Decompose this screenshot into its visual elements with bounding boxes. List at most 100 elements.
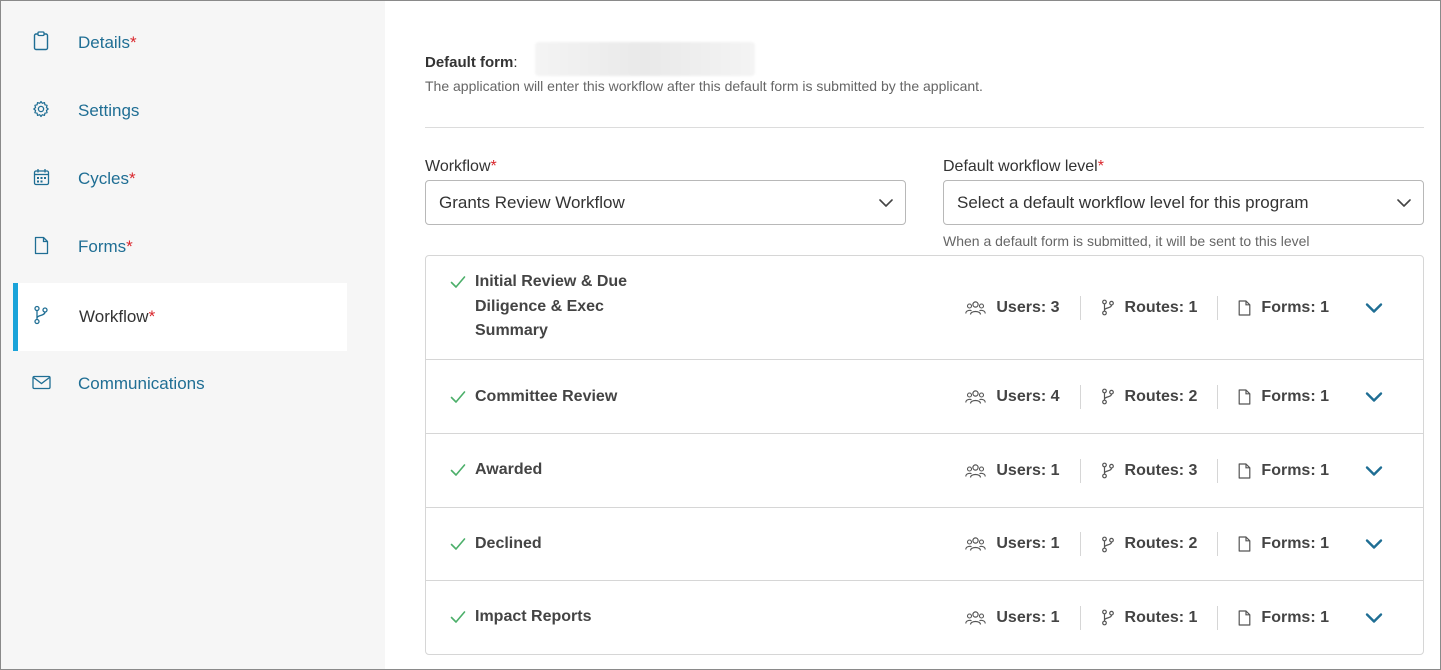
chevron-down-icon[interactable] — [1365, 465, 1383, 477]
document-icon — [1238, 609, 1251, 626]
users-icon — [965, 463, 987, 479]
default-form-value-redacted — [535, 42, 755, 76]
sidebar-item-forms[interactable]: Forms* — [13, 213, 347, 281]
sidebar-item-communications[interactable]: Communications — [13, 350, 347, 418]
stat-divider — [1079, 458, 1081, 483]
stat-divider — [1217, 295, 1219, 320]
default-form-label: Default form — [425, 54, 514, 71]
default-level-label: Default workflow level* — [943, 158, 1104, 176]
routes-count: Routes: 2 — [1124, 535, 1198, 552]
routes-count: Routes: 2 — [1124, 387, 1198, 405]
workflow-levels-list: Initial Review & Due Diligence & Exec Su… — [425, 255, 1424, 655]
required-marker: * — [490, 158, 497, 175]
default-form-heading: Default form: — [425, 54, 518, 71]
routes-count: Routes: 3 — [1124, 461, 1198, 479]
workflow-level-name: Impact Reports — [475, 608, 592, 625]
branch-icon — [31, 305, 51, 325]
stat-divider — [1217, 532, 1219, 556]
stat-divider — [1079, 384, 1081, 409]
check-icon — [450, 537, 466, 556]
users-count: Users: 1 — [996, 535, 1060, 552]
branch-icon — [1101, 536, 1115, 553]
users-icon — [965, 300, 987, 316]
sidebar-item-cycles[interactable]: Cycles* — [13, 145, 347, 213]
workflow-level-name: Initial Review & Due Diligence & Exec Su… — [475, 273, 628, 339]
default-level-hint: When a default form is submitted, it wil… — [943, 233, 1310, 249]
chevron-down-icon — [1395, 194, 1413, 217]
workflow-level-row[interactable]: Declined Users: 1 Routes: 2 Forms: 1 — [426, 508, 1423, 581]
users-count: Users: 1 — [996, 608, 1060, 626]
forms-count: Forms: 1 — [1261, 535, 1329, 552]
default-level-select[interactable]: Select a default workflow level for this… — [943, 180, 1424, 225]
users-count: Users: 3 — [996, 298, 1060, 316]
stat-divider — [1079, 532, 1081, 556]
branch-icon — [1101, 609, 1115, 626]
users-icon — [965, 610, 987, 626]
sidebar-item-settings[interactable]: Settings — [13, 77, 347, 145]
document-icon — [1238, 388, 1251, 405]
sidebar-item-label: Communications — [78, 374, 205, 393]
forms-count: Forms: 1 — [1261, 387, 1329, 405]
document-icon — [31, 235, 51, 255]
clipboard-icon — [31, 31, 51, 51]
branch-icon — [1101, 462, 1115, 479]
branch-icon — [1101, 299, 1115, 316]
workflow-level-row[interactable]: Impact Reports Users: 1 Routes: 1 Forms:… — [426, 581, 1423, 654]
document-icon — [1238, 299, 1251, 316]
check-icon — [450, 275, 466, 294]
workflow-panel: Default form: The application will enter… — [425, 0, 1425, 670]
check-icon — [450, 390, 466, 409]
workflow-level-row[interactable]: Committee Review Users: 4 Routes: 2 Form… — [426, 360, 1423, 434]
workflow-level-stats: Users: 1 Routes: 1 Forms: 1 — [965, 581, 1423, 654]
sidebar-item-workflow[interactable]: Workflow* — [13, 283, 347, 351]
required-marker: * — [148, 307, 156, 326]
chevron-down-icon[interactable] — [1365, 612, 1383, 624]
forms-count: Forms: 1 — [1261, 298, 1329, 316]
required-marker: * — [129, 33, 137, 52]
default-level-placeholder: Select a default workflow level for this… — [957, 192, 1309, 212]
users-icon — [965, 389, 987, 405]
sidebar-item-label: Cycles — [78, 169, 130, 188]
users-icon — [965, 536, 987, 552]
chevron-down-icon[interactable] — [1365, 538, 1383, 550]
forms-count: Forms: 1 — [1261, 461, 1329, 479]
workflow-level-stats: Users: 1 Routes: 2 Forms: 1 — [965, 508, 1423, 580]
check-icon — [450, 610, 466, 629]
routes-count: Routes: 1 — [1124, 298, 1198, 316]
branch-icon — [1101, 388, 1115, 405]
required-marker: * — [129, 169, 136, 188]
workflow-level-stats: Users: 1 Routes: 3 Forms: 1 — [965, 434, 1423, 507]
forms-count: Forms: 1 — [1261, 608, 1329, 626]
default-form-description: The application will enter this workflow… — [425, 78, 983, 94]
workflow-select[interactable]: Grants Review Workflow — [425, 180, 906, 225]
stat-divider — [1079, 295, 1081, 320]
required-marker: * — [126, 237, 133, 256]
workflow-level-stats: Users: 4 Routes: 2 Forms: 1 — [965, 360, 1423, 433]
stat-divider — [1217, 384, 1219, 409]
workflow-label: Workflow* — [425, 158, 497, 176]
workflow-level-row[interactable]: Awarded Users: 1 Routes: 3 Forms: 1 — [426, 434, 1423, 508]
stat-divider — [1217, 605, 1219, 630]
calendar-icon — [31, 167, 51, 187]
workflow-level-name: Awarded — [475, 461, 543, 478]
workflow-level-name: Declined — [475, 535, 542, 552]
envelope-icon — [31, 372, 51, 392]
document-icon — [1238, 462, 1251, 479]
sidebar-item-label: Details — [78, 33, 130, 52]
chevron-down-icon[interactable] — [1365, 391, 1383, 403]
routes-count: Routes: 1 — [1124, 608, 1198, 626]
stat-divider — [1217, 458, 1219, 483]
users-count: Users: 4 — [996, 387, 1060, 405]
stat-divider — [1079, 605, 1081, 630]
required-marker: * — [1097, 158, 1104, 175]
section-divider — [425, 127, 1424, 128]
chevron-down-icon[interactable] — [1365, 302, 1383, 314]
workflow-level-row[interactable]: Initial Review & Due Diligence & Exec Su… — [426, 256, 1423, 360]
sidebar-item-label: Workflow — [79, 307, 149, 326]
gear-icon — [31, 99, 51, 119]
chevron-down-icon — [877, 194, 895, 217]
workflow-select-value: Grants Review Workflow — [439, 192, 625, 212]
users-count: Users: 1 — [996, 461, 1060, 479]
sidebar-item-details[interactable]: Details* — [13, 9, 347, 77]
sidebar-item-label: Settings — [78, 101, 140, 120]
